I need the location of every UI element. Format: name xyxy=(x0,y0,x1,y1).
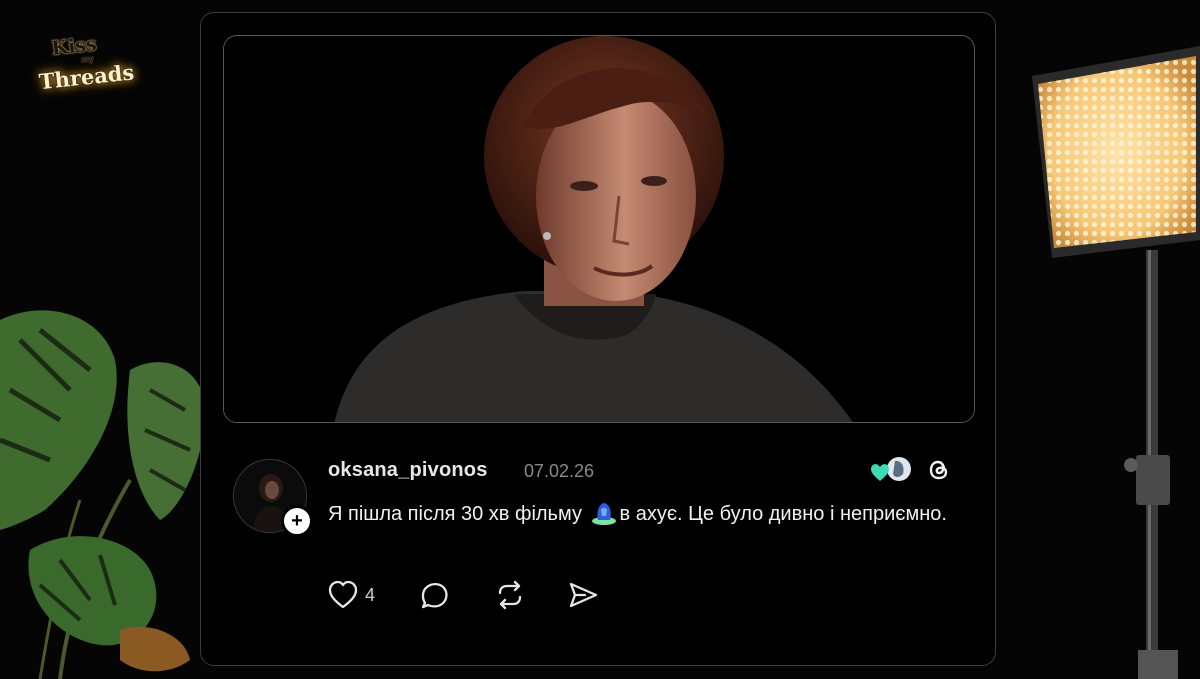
comment-icon xyxy=(421,582,448,609)
share-icon xyxy=(569,582,598,608)
repost-icon xyxy=(498,580,522,610)
post-body: Я пішла після 30 хв фільму в ахує. Це бу… xyxy=(328,497,968,532)
plus-icon: + xyxy=(291,510,303,532)
post-video-frame[interactable] xyxy=(223,35,975,423)
video-still-portrait xyxy=(224,36,974,422)
logo-word-threads: Threads xyxy=(37,59,136,95)
heart-icon xyxy=(328,580,358,609)
emoji-icon xyxy=(590,500,618,526)
repost-button[interactable] xyxy=(494,579,526,611)
post-text-part-1: Я пішла після 30 хв фільму xyxy=(328,503,588,525)
post-text-part-2: в ахує. Це було дивно і неприємно. xyxy=(619,503,947,525)
reply-button[interactable] xyxy=(419,579,451,611)
post-date: 07.02.26 xyxy=(524,461,595,481)
studio-lamp xyxy=(1032,46,1200,679)
like-button[interactable]: 4 xyxy=(327,579,375,611)
threads-logo-icon[interactable] xyxy=(925,456,953,484)
liked-by-avatars[interactable] xyxy=(869,456,913,484)
author-username[interactable]: oksana_pivonos xyxy=(328,459,488,482)
threads-post-card: + oksana_pivonos 07.02.26 Я пішла після … xyxy=(200,12,996,666)
heart-accent-icon xyxy=(871,464,889,481)
monstera-plant xyxy=(0,310,205,679)
show-logo: Kiss my Threads xyxy=(31,28,148,109)
share-button[interactable] xyxy=(567,579,599,611)
like-count: 4 xyxy=(365,584,376,605)
follow-plus-button[interactable]: + xyxy=(281,505,313,537)
